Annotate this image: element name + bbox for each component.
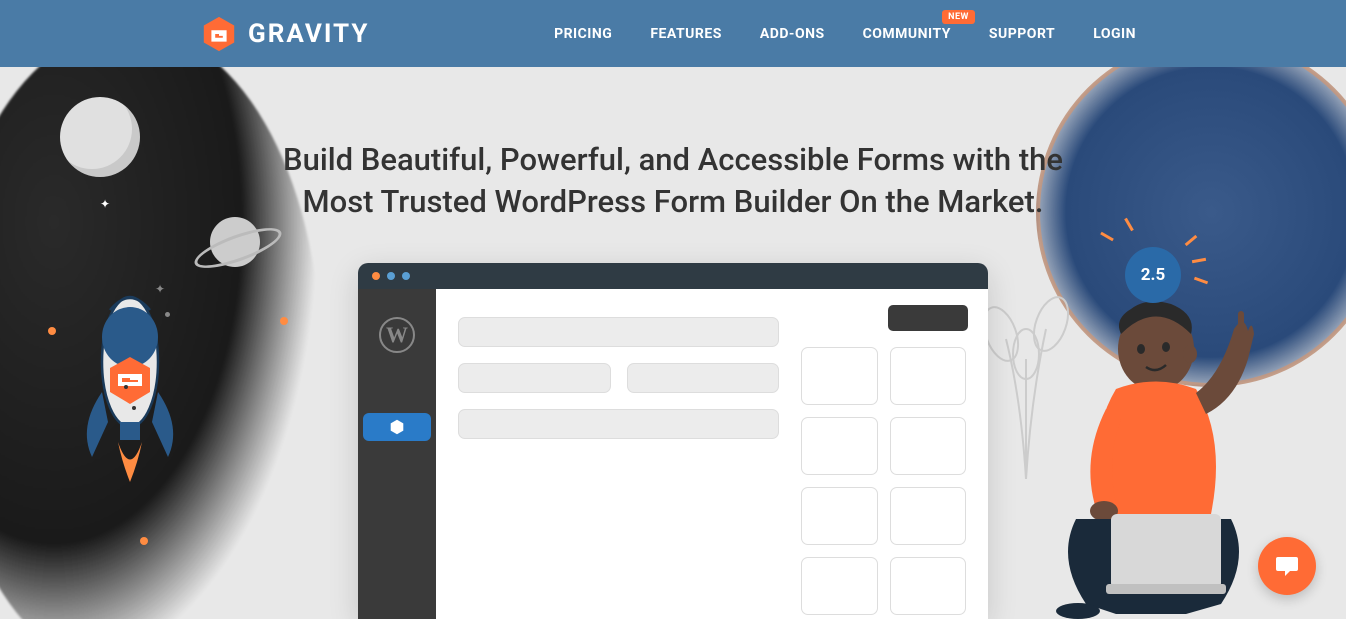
hero-section: ✦ ✦ Build Beautiful, Powerful, and Acces… xyxy=(0,67,1346,619)
mockup-block xyxy=(801,417,878,475)
window-dot-icon xyxy=(387,272,395,280)
chat-icon xyxy=(1273,552,1301,580)
window-dot-icon xyxy=(402,272,410,280)
nav-features[interactable]: FEATURES xyxy=(650,26,722,42)
nav-support[interactable]: SUPPORT xyxy=(989,26,1055,42)
version-badge: 2.5 xyxy=(1125,247,1181,303)
nav-addons[interactable]: ADD-ONS xyxy=(760,26,825,42)
gravity-mini-icon xyxy=(363,413,431,441)
mockup-field xyxy=(458,409,779,439)
star-icon: ✦ xyxy=(100,197,110,211)
chat-button[interactable] xyxy=(1258,537,1316,595)
nav-login[interactable]: LOGIN xyxy=(1093,26,1136,42)
nav-pricing[interactable]: PRICING xyxy=(554,26,612,42)
mockup-block xyxy=(890,487,967,545)
mockup-canvas xyxy=(436,289,988,619)
dot-icon xyxy=(280,317,288,325)
rocket-icon xyxy=(70,282,190,502)
new-badge: NEW xyxy=(942,10,975,24)
site-header: GRAVITY PRICING FEATURES ADD-ONS COMMUNI… xyxy=(0,0,1346,67)
mockup-field xyxy=(627,363,780,393)
gravity-logo-icon xyxy=(200,15,238,53)
brand-name: GRAVITY xyxy=(248,19,369,49)
mockup-titlebar xyxy=(358,263,988,289)
mockup-palette xyxy=(801,347,966,591)
mockup-block xyxy=(890,557,967,615)
mockup-block xyxy=(801,487,878,545)
moon-icon xyxy=(60,97,140,177)
window-dot-icon xyxy=(372,272,380,280)
mockup-field xyxy=(458,317,779,347)
mockup-sidebar: W xyxy=(358,289,436,619)
saturn-icon xyxy=(210,217,260,267)
mockup-field xyxy=(458,363,611,393)
mockup-fields xyxy=(458,317,779,591)
mockup-block xyxy=(801,557,878,615)
hero-headline: Build Beautiful, Powerful, and Accessibl… xyxy=(248,67,1098,223)
mockup-block xyxy=(801,347,878,405)
form-builder-mockup: W xyxy=(358,263,988,619)
mockup-body: W xyxy=(358,289,988,619)
brand-logo[interactable]: GRAVITY xyxy=(200,15,369,53)
mockup-action-button xyxy=(888,305,968,331)
mockup-block xyxy=(890,347,967,405)
main-nav: PRICING FEATURES ADD-ONS COMMUNITY NEW S… xyxy=(554,26,1136,42)
dot-icon xyxy=(48,327,56,335)
mockup-block xyxy=(890,417,967,475)
nav-community[interactable]: COMMUNITY NEW xyxy=(863,26,951,42)
dot-icon xyxy=(140,537,148,545)
wordpress-icon: W xyxy=(379,317,415,353)
